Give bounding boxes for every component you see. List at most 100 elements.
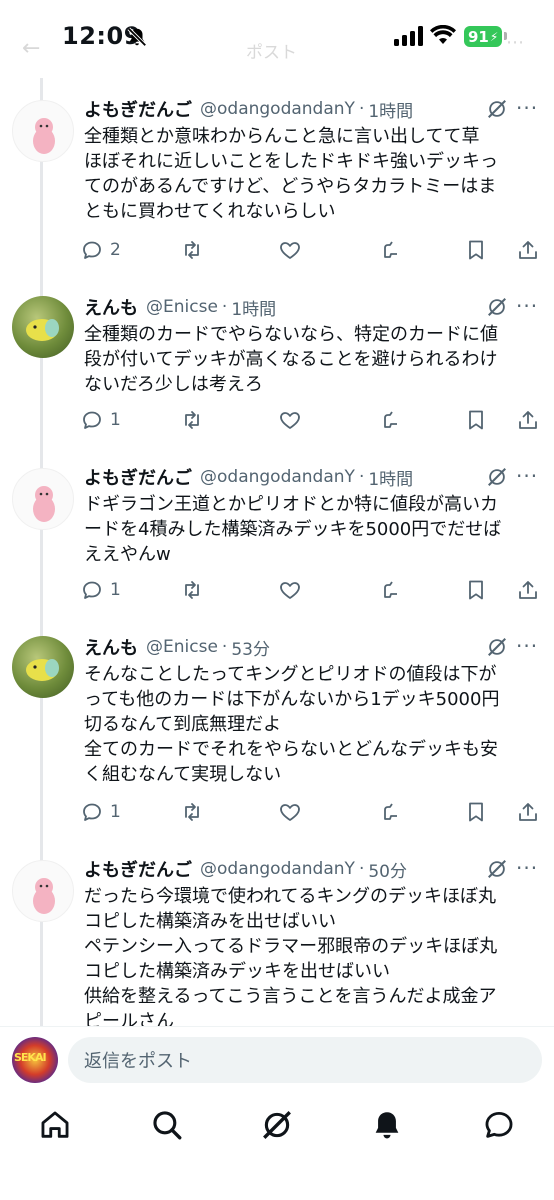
grok-icon <box>384 411 397 428</box>
battery-indicator: 91 ⚡ <box>464 26 502 47</box>
grok-action-button[interactable] <box>378 408 402 432</box>
tweet[interactable]: よもぎだんご @odangodandanY · 1時間 ··· ドギラゴン王道と… <box>0 464 554 614</box>
grok-icon[interactable] <box>486 858 508 880</box>
timestamp[interactable]: 50分 <box>368 857 407 882</box>
bookmark-button[interactable] <box>464 800 488 824</box>
timestamp[interactable]: 1時間 <box>368 97 413 122</box>
username[interactable]: @Enicse <box>146 637 218 657</box>
like-button[interactable] <box>278 408 302 432</box>
username[interactable]: @odangodandanY <box>200 99 355 119</box>
grok-icon[interactable] <box>486 466 508 488</box>
tweet-actions: 1 <box>80 800 550 830</box>
share-icon <box>519 411 537 429</box>
reply-count: 1 <box>110 580 121 600</box>
tweet-line: ドギラゴン王道とかピリオドとか特に値段が高いカ <box>84 494 498 515</box>
tweet-line: 全てのカードでそれをやらないとどんなデッキも安 <box>84 739 498 760</box>
avatar[interactable] <box>12 636 74 698</box>
bookmark-button[interactable] <box>464 238 488 262</box>
notifications-icon <box>375 1112 399 1139</box>
grok-action-button[interactable] <box>378 800 402 824</box>
display-name[interactable]: えんも <box>84 294 138 320</box>
status-bar: ← ポスト ⋯ 12:09 91 ⚡ <box>0 0 554 78</box>
like-button[interactable] <box>278 578 302 602</box>
my-avatar[interactable]: SEKAI <box>12 1037 58 1083</box>
timestamp[interactable]: 1時間 <box>368 465 413 490</box>
tweet[interactable]: えんも @Enicse · 1時間 ··· 全種類のカードでやらないなら、特定の… <box>0 294 554 444</box>
timestamp[interactable]: 1時間 <box>231 295 276 320</box>
battery-level: 91 <box>468 27 489 46</box>
nav-grok[interactable] <box>260 1108 294 1142</box>
tweet[interactable]: よもぎだんご @odangodandanY · 50分 ··· だったら今環境で… <box>0 856 554 1026</box>
tweet[interactable]: よもぎだんご @odangodandanY · 1時間 ··· 全種類とか意味わ… <box>0 96 554 276</box>
tweet-text: 全種類とか意味わからんこと急に言い出してて草 ほぼそれに近しいことをしたドキドキ… <box>84 124 544 224</box>
bookmark-icon <box>469 240 483 260</box>
display-name[interactable]: よもぎだんご <box>84 464 192 490</box>
more-options-button[interactable]: ··· <box>516 96 538 120</box>
header-more-button[interactable]: ⋯ <box>506 32 524 53</box>
retweet-button[interactable] <box>180 578 204 602</box>
more-options-button[interactable]: ··· <box>516 464 538 488</box>
username[interactable]: @Enicse <box>146 297 218 317</box>
wifi-icon <box>430 25 456 44</box>
bell-off-icon <box>127 27 147 47</box>
tweet-header: よもぎだんご @odangodandanY · 50分 <box>84 856 407 882</box>
display-name[interactable]: よもぎだんご <box>84 856 192 882</box>
bookmark-icon <box>469 580 483 600</box>
reply-button[interactable]: 2 <box>80 238 121 262</box>
username[interactable]: @odangodandanY <box>200 467 355 487</box>
retweet-button[interactable] <box>180 238 204 262</box>
separator-dot: · <box>221 297 228 317</box>
grok-icon[interactable] <box>486 636 508 658</box>
display-name[interactable]: よもぎだんご <box>84 96 192 122</box>
username[interactable]: @odangodandanY <box>200 859 355 879</box>
bookmark-button[interactable] <box>464 408 488 432</box>
reply-icon <box>83 411 101 429</box>
avatar[interactable] <box>12 100 74 162</box>
more-options-button[interactable]: ··· <box>516 634 538 658</box>
reply-count: 2 <box>110 240 121 260</box>
reply-input[interactable]: 返信をポスト <box>68 1037 542 1083</box>
more-options-button[interactable]: ··· <box>516 294 538 318</box>
display-name[interactable]: えんも <box>84 634 138 660</box>
share-button[interactable] <box>516 408 540 432</box>
reply-button[interactable]: 1 <box>80 800 121 824</box>
tweet-line: てのがあるんですけど、どうやらタカラトミーはま <box>84 176 497 197</box>
separator-dot: · <box>358 859 365 879</box>
share-button[interactable] <box>516 238 540 262</box>
heart-icon <box>280 804 300 821</box>
avatar[interactable] <box>12 860 74 922</box>
grok-action-button[interactable] <box>378 578 402 602</box>
grok-icon <box>384 581 397 598</box>
grok-icon[interactable] <box>486 296 508 318</box>
nav-search[interactable] <box>150 1108 184 1142</box>
back-button[interactable]: ← <box>22 36 40 61</box>
reply-button[interactable]: 1 <box>80 578 121 602</box>
timestamp[interactable]: 53分 <box>231 635 270 660</box>
share-button[interactable] <box>516 800 540 824</box>
more-options-button[interactable]: ··· <box>516 856 538 880</box>
retweet-icon <box>185 241 199 259</box>
grok-icon <box>263 1111 291 1139</box>
nav-home[interactable] <box>38 1108 72 1142</box>
avatar[interactable] <box>12 468 74 530</box>
tweet[interactable]: えんも @Enicse · 53分 ··· そんなことしたってキングとピリオドの… <box>0 634 554 834</box>
tweet-line: ピールさん <box>84 1011 174 1026</box>
reply-button[interactable]: 1 <box>80 408 121 432</box>
grok-icon[interactable] <box>486 98 508 120</box>
retweet-button[interactable] <box>180 408 204 432</box>
tweet-line: 全種類とか意味わからんこと急に言い出してて草 <box>84 126 480 147</box>
share-button[interactable] <box>516 578 540 602</box>
grok-action-button[interactable] <box>378 238 402 262</box>
tweet-line: ないだろ少しは考えろ <box>84 374 263 395</box>
nav-messages[interactable] <box>482 1108 516 1142</box>
page-title: ポスト <box>246 43 297 63</box>
signal-icon <box>394 26 423 46</box>
like-button[interactable] <box>278 800 302 824</box>
tweet-line: ほぼそれに近しいことをしたドキドキ強いデッキっ <box>84 151 498 172</box>
avatar[interactable] <box>12 296 74 358</box>
retweet-button[interactable] <box>180 800 204 824</box>
nav-notifications[interactable] <box>370 1108 404 1142</box>
like-button[interactable] <box>278 238 302 262</box>
tweet-text: そんなことしたってキングとピリオドの値段は下が っても他のカードは下がんないから… <box>84 662 544 787</box>
bookmark-button[interactable] <box>464 578 488 602</box>
